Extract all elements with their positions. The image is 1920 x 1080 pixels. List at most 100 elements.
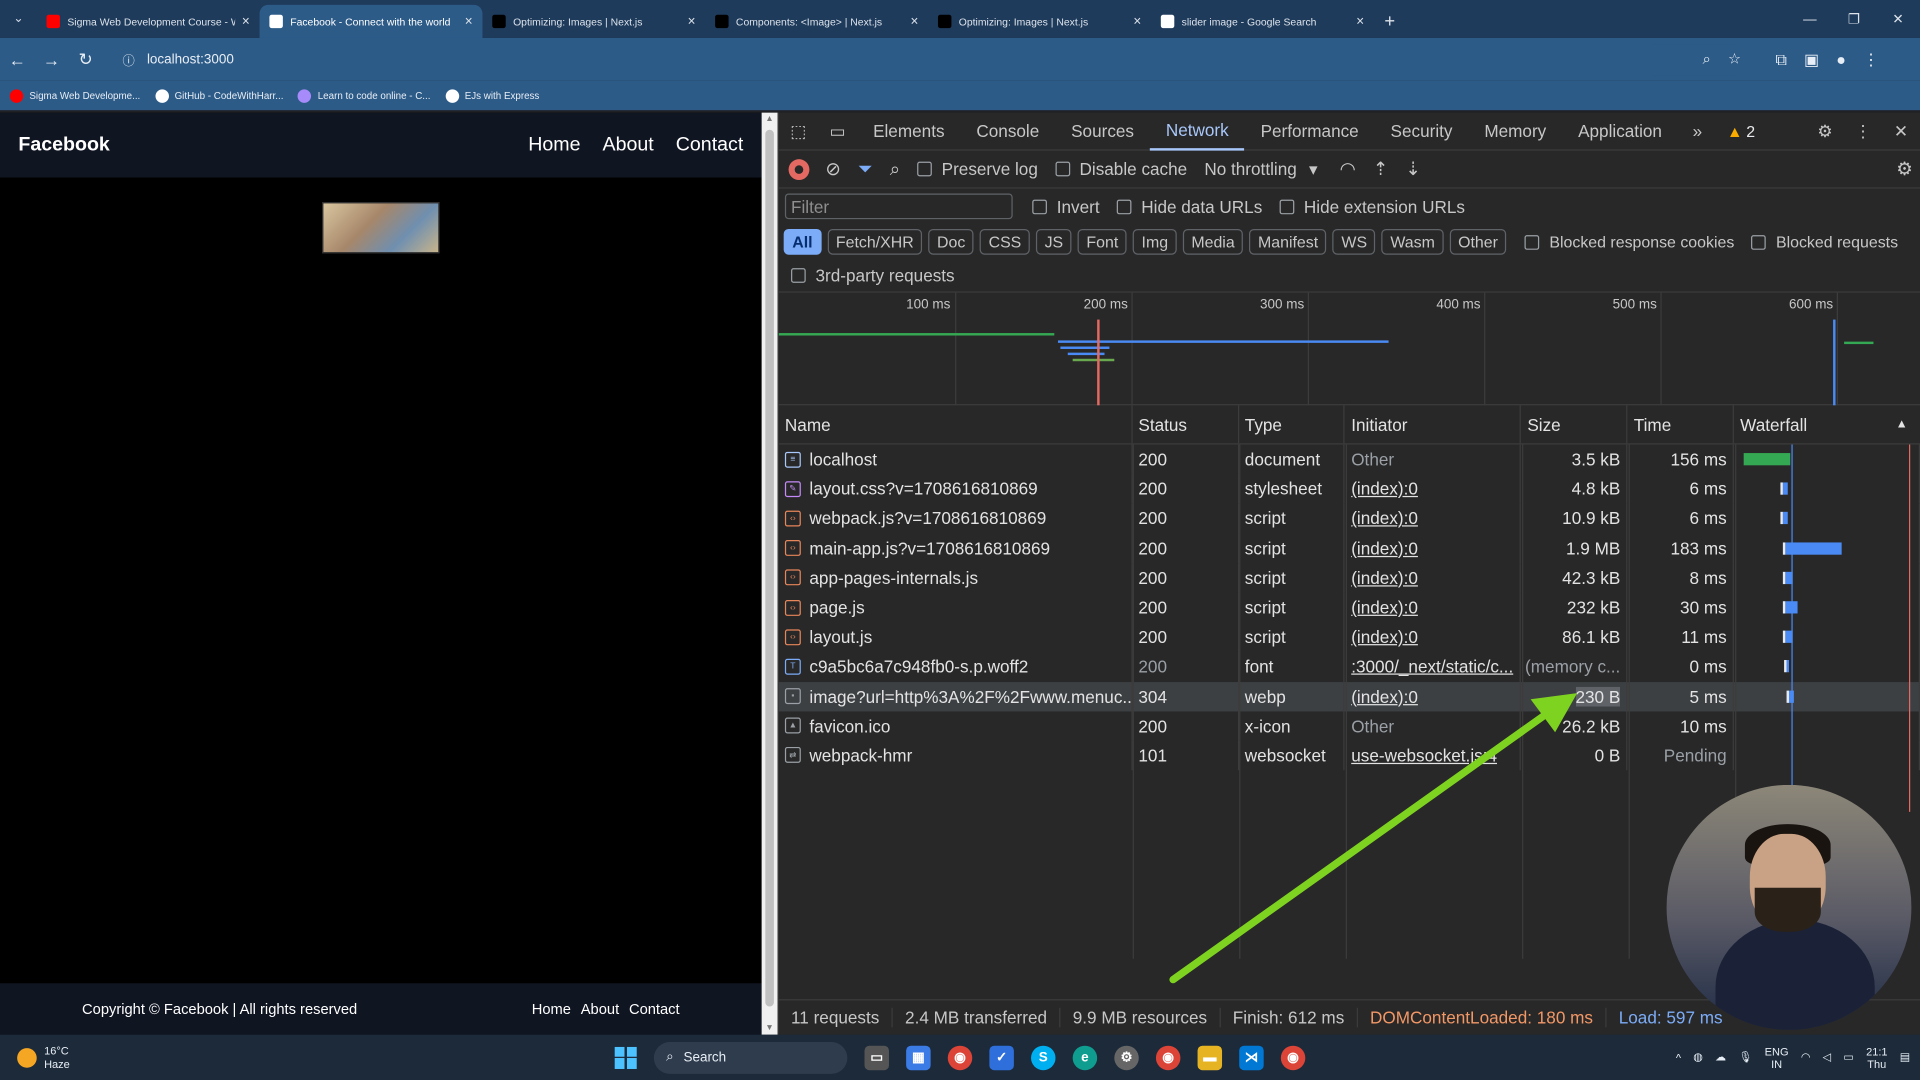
tab-sources[interactable]: Sources <box>1055 112 1150 150</box>
filter-icon[interactable]: ⏷ <box>858 159 873 180</box>
disable-cache-checkbox[interactable] <box>1055 161 1070 177</box>
col-waterfall[interactable]: Waterfall ▲ <box>1734 405 1920 443</box>
import-har-icon[interactable]: ⇡ <box>1373 158 1388 180</box>
cell-name[interactable]: Tc9a5bc6a7c948fb0-s.p.woff2 <box>779 651 1133 682</box>
battery-icon[interactable]: ▭ <box>1843 1051 1853 1064</box>
taskbar-search[interactable]: ⌕ Search <box>653 1041 848 1074</box>
tab-console[interactable]: Console <box>960 112 1055 150</box>
filter-chip-wasm[interactable]: Wasm <box>1381 228 1444 255</box>
table-row[interactable]: ⇄ webpack-hmr 101 websocket use-websocket.js… <box>779 740 1920 771</box>
cell-name[interactable]: ≡ localhost <box>779 444 1133 475</box>
todo-app-icon[interactable]: ✓ <box>989 1045 1014 1070</box>
new-tab-button[interactable]: + <box>1374 5 1406 38</box>
footer-contact-link[interactable]: Contact <box>629 1000 680 1017</box>
menu-icon[interactable]: ⋮ <box>1863 50 1879 70</box>
scroll-up-icon[interactable]: ▲ <box>765 115 773 124</box>
cell-name[interactable]: ▲ favicon.ico <box>779 711 1133 741</box>
start-icon[interactable] <box>614 1046 637 1069</box>
blocked-requests-checkbox[interactable] <box>1751 234 1767 250</box>
col-name[interactable]: Name <box>779 405 1133 444</box>
cell-name[interactable]: ‹› page.js <box>779 592 1133 623</box>
export-har-icon[interactable]: ⇣ <box>1405 158 1420 180</box>
hide-data-urls-checkbox[interactable] <box>1116 198 1132 214</box>
settings-gear-icon[interactable]: ⚙ <box>1806 121 1844 142</box>
cell-initiator[interactable]: (index):0 <box>1345 533 1522 563</box>
microphone-icon[interactable]: 🎙 <box>1738 1051 1752 1064</box>
col-status[interactable]: Status <box>1132 405 1239 444</box>
cell-initiator[interactable]: (index):0 <box>1345 681 1522 712</box>
browser-tab[interactable]: slider image - Google Search × <box>1151 5 1374 38</box>
chrome-icon[interactable]: ◉ <box>947 1045 973 1070</box>
cell-initiator[interactable]: (index):0 <box>1345 592 1522 623</box>
zoom-icon[interactable]: ⌕ <box>1703 50 1711 68</box>
nav-home-link[interactable]: Home <box>528 134 580 156</box>
cell-name[interactable]: ‹› main-app.js?v=1708616810869 <box>779 533 1133 563</box>
cell-initiator[interactable]: (index):0 <box>1345 622 1522 652</box>
table-row[interactable]: ▲ favicon.ico 200 x-icon Other 26.2 kB 10 ms <box>779 711 1920 741</box>
devtools-menu-icon[interactable]: ⋮ <box>1844 121 1882 142</box>
inspect-element-icon[interactable]: ⬚ <box>779 121 818 142</box>
third-party-checkbox[interactable] <box>791 268 806 283</box>
close-devtools-icon[interactable]: ✕ <box>1882 121 1920 142</box>
table-row[interactable]: ‹› app-pages-internals.js 200 script (index)… <box>779 562 1920 593</box>
warnings-badge[interactable]: ▲ 2 <box>1727 122 1755 140</box>
reload-icon[interactable]: ↻ <box>69 49 103 70</box>
file-explorer-icon[interactable]: ▬ <box>1197 1045 1223 1070</box>
nav-about-link[interactable]: About <box>603 134 654 156</box>
table-row[interactable]: ≡ localhost 200 document Other 3.5 kB 156 ms <box>779 444 1920 475</box>
tab-application[interactable]: Application <box>1562 112 1678 150</box>
weather-widget[interactable]: 16°C Haze <box>0 1044 70 1071</box>
filter-chip-ws[interactable]: WS <box>1332 228 1376 255</box>
cell-name[interactable]: ⇄ webpack-hmr <box>779 740 1133 771</box>
table-row[interactable]: ‹› page.js 200 script (index):0 232 kB 30 ms <box>779 592 1920 623</box>
filter-chip-all[interactable]: All <box>783 228 822 255</box>
close-window-icon[interactable]: ✕ <box>1876 0 1920 38</box>
table-row[interactable]: ‹› layout.js 200 script (index):0 86.1 kB 11 m… <box>779 622 1920 652</box>
notification-icon[interactable]: ▤ <box>1900 1051 1910 1064</box>
col-time[interactable]: Time <box>1628 405 1735 444</box>
back-icon[interactable]: ← <box>0 50 34 70</box>
browser-tab[interactable]: Facebook - Connect with the world × <box>259 4 483 38</box>
tab-elements[interactable]: Elements <box>857 112 960 150</box>
filter-chip-other[interactable]: Other <box>1449 228 1507 255</box>
throttling-select[interactable]: No throttling ▾ <box>1204 159 1317 180</box>
filter-chip-media[interactable]: Media <box>1182 228 1244 255</box>
filter-input[interactable]: Filter <box>784 193 1013 220</box>
network-overview[interactable]: 100 ms 200 ms 300 ms 400 ms 500 ms 600 m… <box>778 292 1920 406</box>
close-tab-icon[interactable]: × <box>242 14 250 29</box>
network-settings-icon[interactable]: ⚙ <box>1896 158 1912 180</box>
table-row[interactable]: ‹› webpack.js?v=1708616810869 200 script (in… <box>779 503 1920 534</box>
site-brand[interactable]: Facebook <box>18 134 109 156</box>
cell-initiator[interactable]: :3000/_next/static/c... <box>1345 651 1522 682</box>
footer-about-link[interactable]: About <box>581 1000 619 1017</box>
cell-initiator[interactable]: use-websocket.js:4 <box>1345 740 1522 771</box>
col-initiator[interactable]: Initiator <box>1345 405 1522 444</box>
browser-tab[interactable]: Sigma Web Development Course - W × <box>37 5 260 38</box>
filter-chip-fetchxhr[interactable]: Fetch/XHR <box>827 228 923 255</box>
cell-name[interactable]: ‹› layout.js <box>779 622 1133 652</box>
footer-home-link[interactable]: Home <box>532 1000 571 1017</box>
calendar-app-icon[interactable]: ▦ <box>906 1045 931 1070</box>
extensions-icon[interactable]: ⧉ <box>1776 50 1787 70</box>
filter-chip-img[interactable]: Img <box>1132 228 1177 255</box>
settings-app-icon[interactable]: ⚙ <box>1114 1045 1139 1070</box>
bookmark-item[interactable]: GitHub - CodeWithHarr... <box>154 88 283 103</box>
cell-initiator[interactable]: (index):0 <box>1345 562 1522 593</box>
table-row[interactable]: ▪ image?url=http%3A%2F%2Fwww.menuc... 304 w… <box>778 681 1920 712</box>
bookmark-item[interactable]: Sigma Web Developme... <box>9 88 140 103</box>
site-info-icon[interactable]: ⓘ <box>122 50 134 68</box>
table-row[interactable]: ✎ layout.css?v=1708616810869 200 stylesheet… <box>779 474 1920 504</box>
page-scrollbar[interactable]: ▲ ▼ <box>761 112 778 1035</box>
chrome-icon[interactable]: ◉ <box>1155 1045 1181 1070</box>
profile-icon[interactable]: ● <box>1836 50 1846 70</box>
close-tab-icon[interactable]: × <box>465 14 473 29</box>
tab-search-icon[interactable]: ⌄ <box>0 0 37 38</box>
cell-name[interactable]: ▪ image?url=http%3A%2F%2Fwww.menuc... <box>779 681 1133 712</box>
cell-name[interactable]: ‹› webpack.js?v=1708616810869 <box>779 503 1133 534</box>
cell-name[interactable]: ‹› app-pages-internals.js <box>779 562 1133 593</box>
tab-memory[interactable]: Memory <box>1468 112 1562 150</box>
bookmark-star-icon[interactable]: ☆ <box>1728 50 1741 68</box>
wifi-icon[interactable]: ◠ <box>1801 1051 1811 1064</box>
edge-icon[interactable]: e <box>1072 1045 1098 1070</box>
close-tab-icon[interactable]: × <box>1356 14 1364 29</box>
